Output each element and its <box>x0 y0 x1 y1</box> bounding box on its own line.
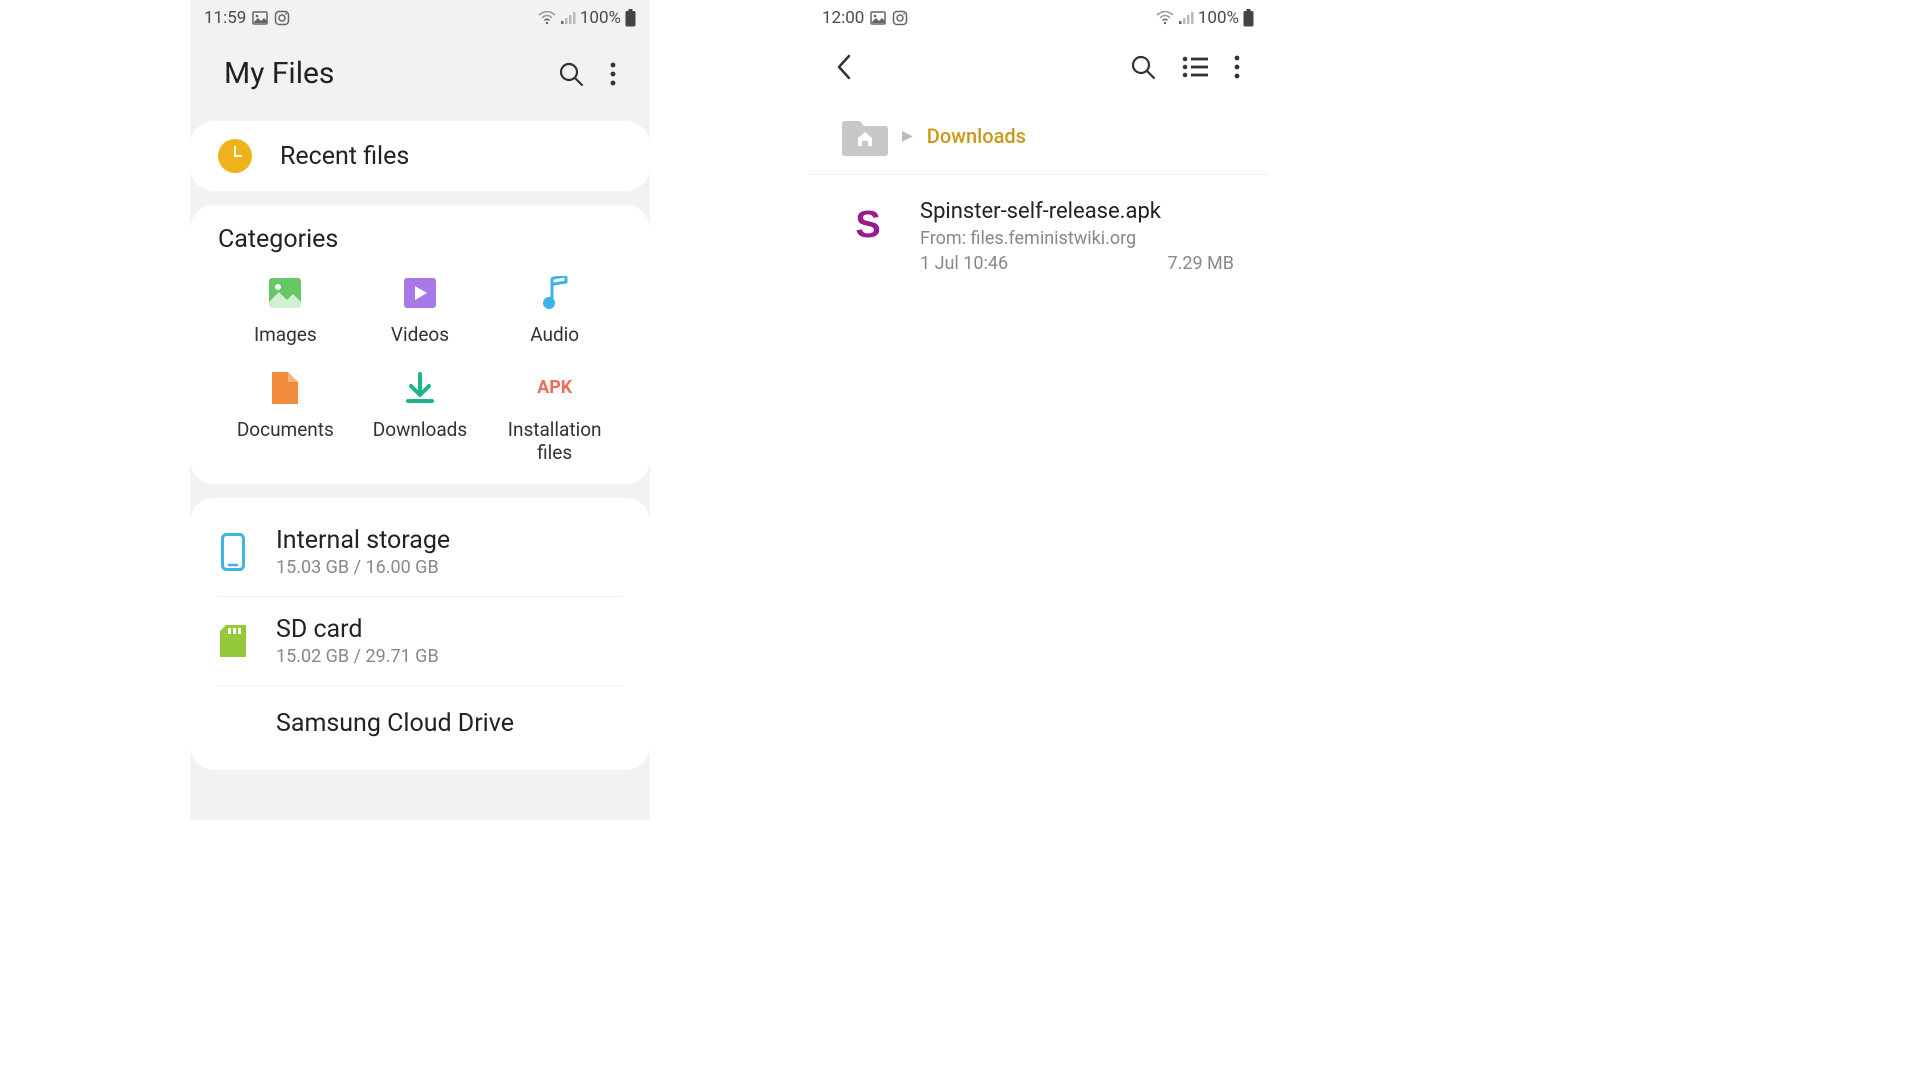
status-time: 12:00 <box>822 8 864 28</box>
more-button[interactable] <box>1234 55 1240 79</box>
storage-usage: 15.03 GB / 16.00 GB <box>276 557 450 578</box>
battery-icon <box>625 9 636 27</box>
clock-icon <box>218 139 252 173</box>
audio-icon <box>538 276 572 310</box>
category-label: Images <box>254 324 317 347</box>
more-vertical-icon <box>1234 55 1240 79</box>
status-bar: 11:59 100% <box>190 0 650 36</box>
categories-heading: Categories <box>218 225 622 254</box>
chevron-left-icon <box>836 54 852 80</box>
app-header: My Files <box>190 36 650 107</box>
search-icon <box>1130 54 1156 80</box>
storage-usage: 15.02 GB / 29.71 GB <box>276 646 439 667</box>
category-label: Audio <box>530 324 579 347</box>
search-button[interactable] <box>1130 54 1156 80</box>
apk-icon: APK <box>538 371 572 405</box>
file-source: From: files.feministwiki.org <box>920 228 1234 249</box>
downloads-screen: 12:00 100% <box>808 0 1268 820</box>
signal-icon <box>1178 11 1194 25</box>
breadcrumb-home-button[interactable] <box>842 116 888 156</box>
category-downloads[interactable]: Downloads <box>353 371 488 465</box>
phone-icon <box>218 533 248 571</box>
storage-title: SD card <box>276 615 439 644</box>
category-installation-files[interactable]: APK Installation files <box>487 371 622 465</box>
downloads-icon <box>403 371 437 405</box>
category-label: Downloads <box>373 419 467 442</box>
storage-title: Internal storage <box>276 526 450 555</box>
myfiles-screen: 11:59 100% My Files <box>190 0 650 820</box>
category-documents[interactable]: Documents <box>218 371 353 465</box>
signal-icon <box>560 11 576 25</box>
file-name: Spinster-self-release.apk <box>920 199 1234 224</box>
sdcard-icon <box>218 622 248 660</box>
more-vertical-icon <box>610 62 616 86</box>
page-title: My Files <box>224 56 558 91</box>
picture-icon <box>870 10 886 26</box>
storage-card: Internal storage 15.03 GB / 16.00 GB SD … <box>190 498 650 770</box>
category-label: Videos <box>391 324 449 347</box>
instagram-icon <box>892 10 908 26</box>
category-label: Installation files <box>508 419 602 465</box>
file-size: 7.29 MB <box>1168 253 1235 274</box>
status-time: 11:59 <box>204 8 246 28</box>
recent-files-button[interactable]: Recent files <box>190 121 650 191</box>
breadcrumb-separator-icon: ▶ <box>902 128 913 144</box>
picture-icon <box>252 10 268 26</box>
status-battery-text: 100% <box>580 8 621 28</box>
more-button[interactable] <box>610 62 616 86</box>
categories-card: Categories Images Videos Audio <box>190 205 650 484</box>
view-list-button[interactable] <box>1182 56 1208 78</box>
category-videos[interactable]: Videos <box>353 276 488 347</box>
videos-icon <box>403 276 437 310</box>
samsung-cloud-item[interactable]: Samsung Cloud Drive <box>218 685 622 760</box>
status-bar: 12:00 100% <box>808 0 1268 36</box>
search-icon <box>558 61 584 87</box>
instagram-icon <box>274 10 290 26</box>
category-label: Documents <box>237 419 334 442</box>
home-folder-icon <box>842 116 888 156</box>
back-button[interactable] <box>836 54 852 80</box>
battery-icon <box>1243 9 1254 27</box>
apk-file-icon: S <box>842 199 894 251</box>
cloud-icon <box>218 704 248 742</box>
breadcrumb: ▶ Downloads <box>808 98 1268 175</box>
documents-icon <box>268 371 302 405</box>
breadcrumb-current[interactable]: Downloads <box>927 124 1026 148</box>
recent-files-label: Recent files <box>280 142 409 171</box>
app-header <box>808 36 1268 98</box>
file-date: 1 Jul 10:46 <box>920 253 1008 274</box>
storage-title: Samsung Cloud Drive <box>276 709 514 738</box>
status-battery-text: 100% <box>1198 8 1239 28</box>
file-item[interactable]: S Spinster-self-release.apk From: files.… <box>808 175 1268 298</box>
category-audio[interactable]: Audio <box>487 276 622 347</box>
search-button[interactable] <box>558 61 584 87</box>
category-images[interactable]: Images <box>218 276 353 347</box>
images-icon <box>268 276 302 310</box>
list-icon <box>1182 56 1208 78</box>
wifi-icon <box>538 11 556 25</box>
wifi-icon <box>1156 11 1174 25</box>
internal-storage-item[interactable]: Internal storage 15.03 GB / 16.00 GB <box>218 508 622 596</box>
sd-card-item[interactable]: SD card 15.02 GB / 29.71 GB <box>218 596 622 685</box>
